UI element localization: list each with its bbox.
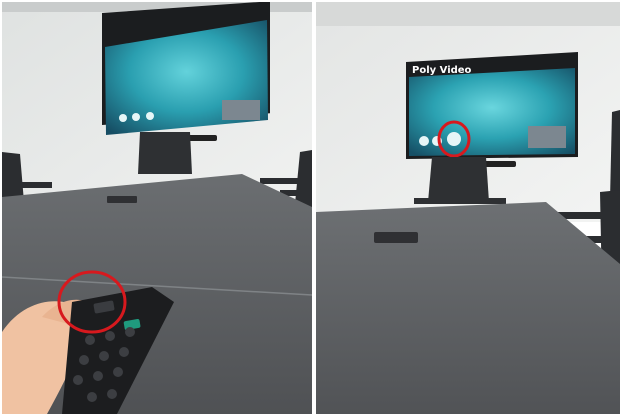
table-port bbox=[107, 196, 137, 203]
tv-title: Poly Video bbox=[412, 65, 472, 76]
photo-left bbox=[2, 2, 312, 414]
ceiling bbox=[316, 2, 620, 26]
tv: Poly Video bbox=[406, 52, 578, 159]
tv-app-icon bbox=[419, 136, 429, 146]
photo-right-scene: Poly Video bbox=[316, 2, 620, 414]
tv-app-icon bbox=[119, 114, 127, 122]
photo-left-scene bbox=[2, 2, 312, 414]
tv-app-icon bbox=[146, 112, 154, 120]
conference-table bbox=[316, 202, 620, 414]
tv bbox=[102, 2, 270, 135]
tv-app-icon bbox=[132, 113, 140, 121]
tv-selected-icon bbox=[447, 132, 461, 146]
tv-preview-thumbnail bbox=[222, 100, 260, 120]
chair-icon bbox=[138, 132, 192, 174]
table-port bbox=[374, 232, 418, 243]
tv-preview-thumbnail bbox=[528, 126, 566, 148]
photo-right: Poly Video bbox=[316, 2, 620, 414]
